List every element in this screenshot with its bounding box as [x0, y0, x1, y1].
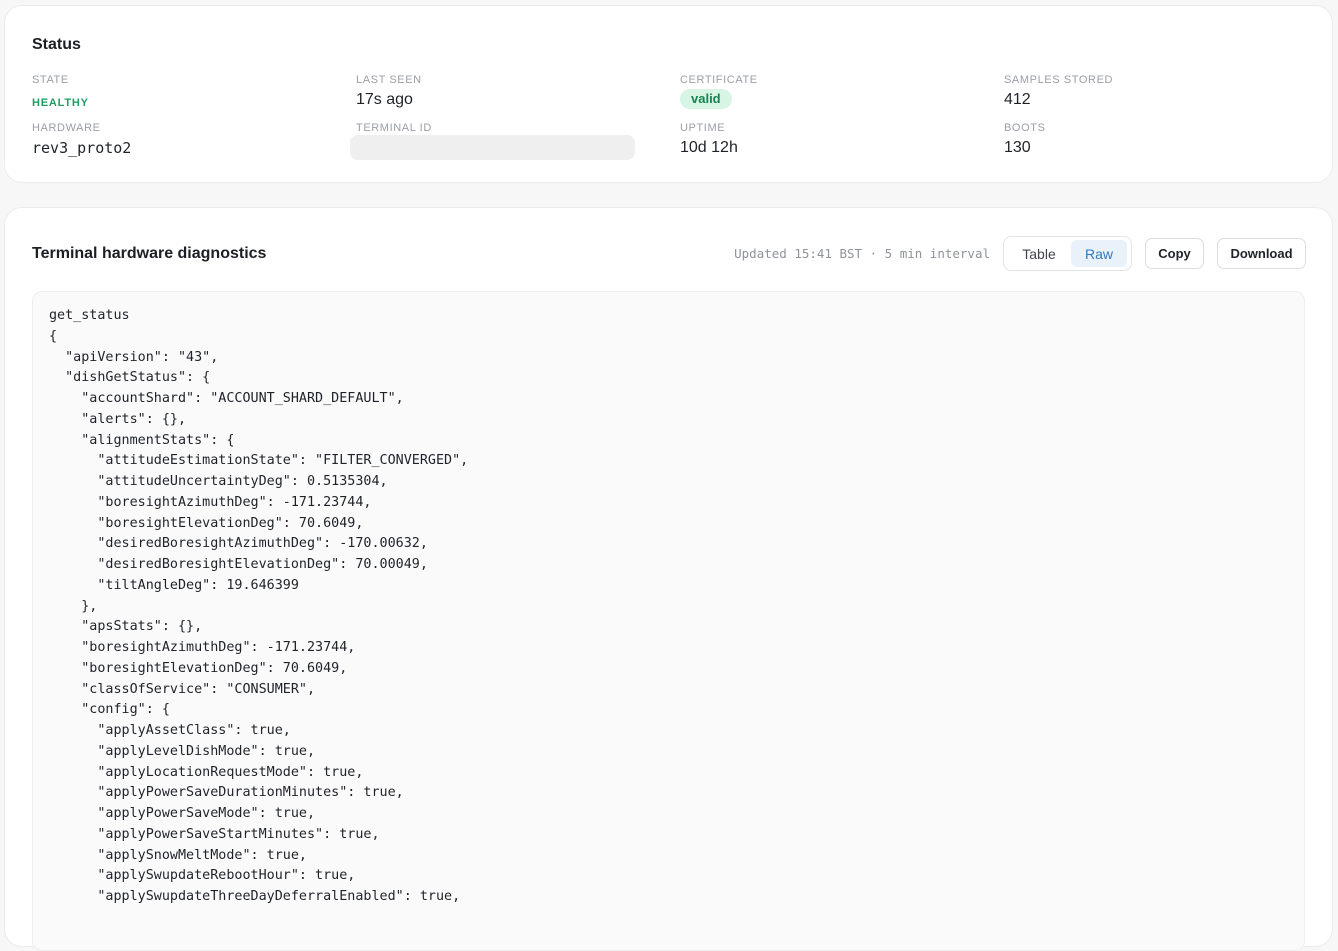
raw-output-line: "attitudeEstimationState": "FILTER_CONVE…: [97, 453, 469, 469]
uptime-field: UPTIME 10d 12h: [680, 122, 738, 158]
raw-output-line: "classOfService": "CONSUMER",: [81, 681, 316, 697]
view-table-tab[interactable]: Table: [1007, 240, 1071, 267]
view-toggle: Table Raw: [1003, 236, 1132, 271]
raw-output-line: "alerts": {},: [81, 411, 187, 427]
certificate-label: CERTIFICATE: [680, 74, 758, 86]
raw-output-text: get_status { "apiVersion": "43", "dishGe…: [33, 292, 1304, 908]
raw-output-line: "dishGetStatus": {: [65, 370, 211, 386]
raw-output-line: "applyLocationRequestMode": true,: [97, 764, 364, 780]
uptime-label: UPTIME: [680, 122, 726, 134]
view-raw-tab[interactable]: Raw: [1071, 240, 1127, 267]
raw-output-line: "applySnowMeltMode": true,: [97, 847, 307, 863]
diagnostics-card: Terminal hardware diagnostics Updated 15…: [4, 207, 1333, 951]
raw-output-line: "boresightElevationDeg": 70.6049,: [97, 515, 364, 531]
state-value: HEALTHY: [32, 97, 89, 109]
raw-output-line: "tiltAngleDeg": 19.646399: [97, 577, 299, 593]
raw-output-line: "applyLevelDishMode": true,: [97, 743, 316, 759]
status-card: Status STATE HEALTHY LAST SEEN 17s ago C…: [4, 5, 1333, 183]
raw-output-line: "boresightAzimuthDeg": -171.23744,: [97, 494, 372, 510]
raw-output-line: "applyAssetClass": true,: [97, 723, 291, 738]
raw-output-line: "boresightAzimuthDeg": -171.23744,: [81, 640, 356, 655]
raw-output-line: "applySwupdateRebootHour": true,: [97, 868, 356, 884]
hardware-field: HARDWARE rev3_proto2: [32, 122, 131, 158]
raw-output-line: "applyPowerSaveMode": true,: [97, 806, 316, 821]
raw-output-line: {: [49, 328, 58, 344]
terminal-id-redacted: [350, 135, 635, 160]
samples-stored-label: SAMPLES STORED: [1004, 74, 1114, 86]
boots-value: 130: [1004, 139, 1031, 156]
raw-output-line: "desiredBoresightElevationDeg": 70.00049…: [97, 557, 428, 572]
updated-info: Updated 15:41 BST · 5 min interval: [734, 246, 990, 261]
boots-field: BOOTS 130: [1004, 122, 1046, 158]
last-seen-label: LAST SEEN: [356, 74, 422, 86]
raw-output-line: "attitudeUncertaintyDeg": 0.5135304,: [97, 474, 388, 489]
raw-output-line: "config": {: [81, 702, 170, 718]
raw-output-line: "accountShard": "ACCOUNT_SHARD_DEFAULT",: [81, 391, 404, 406]
status-title: Status: [32, 36, 81, 53]
certificate-field: CERTIFICATE valid: [680, 74, 758, 109]
samples-stored-field: SAMPLES STORED 412: [1004, 74, 1113, 110]
last-seen-value: 17s ago: [356, 91, 413, 108]
state-label: STATE: [32, 74, 69, 86]
boots-label: BOOTS: [1004, 122, 1046, 134]
raw-output-line: "apiVersion": "43",: [65, 349, 219, 365]
last-seen-field: LAST SEEN 17s ago: [356, 74, 422, 110]
raw-output-line: "alignmentStats": {: [81, 432, 235, 448]
terminal-id-field: TERMINAL ID: [350, 122, 635, 160]
state-field: STATE HEALTHY: [32, 74, 89, 113]
copy-button[interactable]: Copy: [1145, 238, 1204, 269]
raw-output-line: "apsStats": {},: [81, 619, 203, 635]
hardware-label: HARDWARE: [32, 122, 101, 134]
samples-stored-value: 412: [1004, 91, 1031, 108]
raw-output-line: "applySwupdateThreeDayDeferralEnabled": …: [97, 889, 461, 904]
raw-output-line: "applyPowerSaveStartMinutes": true,: [97, 826, 380, 842]
raw-output-line: },: [81, 598, 98, 614]
raw-output-line: "desiredBoresightAzimuthDeg": -170.00632…: [97, 536, 428, 552]
uptime-value: 10d 12h: [680, 139, 738, 156]
hardware-value: rev3_proto2: [32, 139, 132, 157]
certificate-badge: valid: [680, 89, 732, 109]
raw-output-line: get_status: [49, 308, 130, 323]
terminal-id-label: TERMINAL ID: [356, 122, 432, 134]
raw-output-line: "boresightElevationDeg": 70.6049,: [81, 660, 348, 676]
raw-output-panel[interactable]: get_status { "apiVersion": "43", "dishGe…: [32, 291, 1305, 951]
download-button[interactable]: Download: [1217, 238, 1306, 269]
diagnostics-title: Terminal hardware diagnostics: [32, 245, 267, 262]
raw-output-line: "applyPowerSaveDurationMinutes": true,: [97, 785, 404, 801]
